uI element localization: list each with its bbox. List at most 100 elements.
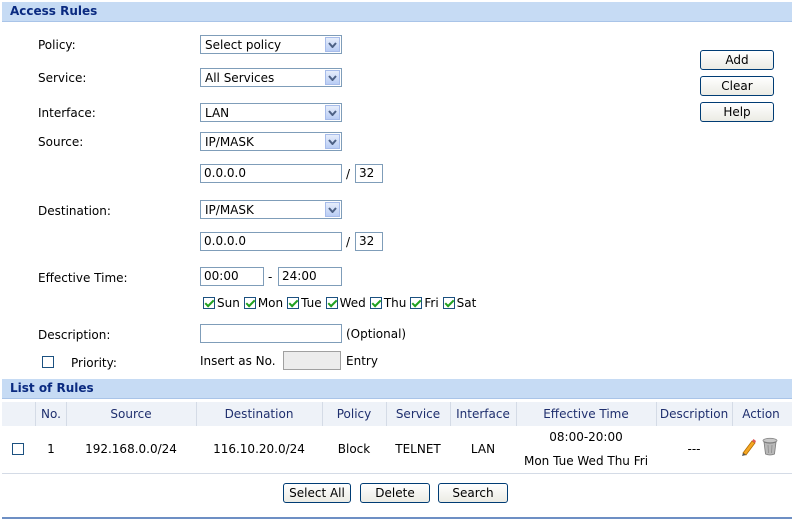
time-dash: - [268,270,273,284]
day-sat[interactable]: Sat [442,296,477,310]
checkbox[interactable] [410,297,423,309]
cell-no: 1 [47,442,55,456]
column-divider [450,402,451,426]
destination-mask-input[interactable]: 32 [355,232,383,251]
cell-source: 192.168.0.0/24 [85,442,177,456]
search-button[interactable]: Search [438,483,508,503]
policy-select-value: Select policy [205,38,282,52]
column-divider [322,402,323,426]
day-sun[interactable]: Sun [203,296,240,310]
day-label: Fri [424,296,439,310]
chevron-down-icon [325,202,340,217]
column-header-interface: Interface [456,407,510,421]
checkbox[interactable] [203,297,215,309]
entry-text: Entry [346,354,378,368]
checkbox[interactable] [287,297,300,309]
destination-label: Destination: [38,204,111,218]
source-type-value: IP/MASK [205,135,254,149]
day-label: Sun [217,296,240,310]
column-divider [196,402,197,426]
column-divider [35,402,36,426]
source-label: Source: [38,135,84,149]
delete-button[interactable]: Delete [360,483,430,503]
cell-interface: LAN [470,442,496,456]
time-start-input[interactable]: 00:00 [200,267,264,286]
destination-type-select[interactable]: IP/MASK [200,200,342,219]
section-header-list-of-rules: List of Rules [2,379,792,399]
help-button[interactable]: Help [700,102,774,122]
day-label: Sat [456,296,477,310]
day-label: Thu [383,296,407,310]
day-thu[interactable]: Thu [369,296,407,310]
day-label: Wed [339,296,366,310]
section-header-access-rules: Access Rules [2,2,792,22]
priority-checkbox[interactable] [42,356,54,368]
interface-label: Interface: [38,106,96,120]
chevron-down-icon [325,70,340,85]
checkbox[interactable] [442,297,455,309]
service-select-value: All Services [205,71,275,85]
clear-button[interactable]: Clear [700,76,774,96]
column-header-action: Action [742,407,780,421]
cell-description: --- [687,442,701,456]
checkbox[interactable] [369,297,382,309]
chevron-down-icon [325,37,340,52]
cell-time-range: 08:00-20:00 [549,430,623,444]
time-end-input[interactable]: 24:00 [278,267,342,286]
policy-select[interactable]: Select policy [200,35,342,54]
column-header-service: Service [395,407,441,421]
column-header-source: Source [110,407,152,421]
column-divider [386,402,387,426]
day-mon[interactable]: Mon [243,296,284,310]
day-label: Tue [301,296,322,310]
description-label: Description: [38,328,111,342]
cell-time-days: Mon Tue Wed Thu Fri [523,454,649,468]
column-header-policy: Policy [336,407,372,421]
column-divider [516,402,517,426]
destination-type-value: IP/MASK [205,203,254,217]
slash-separator: / [346,167,351,181]
policy-label: Policy: [38,38,76,52]
column-header-no: No. [41,407,61,421]
day-tue[interactable]: Tue [287,296,322,310]
chevron-down-icon [325,134,340,149]
priority-number-input[interactable] [283,351,341,370]
service-label: Service: [38,71,87,85]
day-wed[interactable]: Wed [325,296,366,310]
source-type-select[interactable]: IP/MASK [200,132,342,151]
column-divider [732,402,733,426]
section-title: List of Rules [10,381,94,395]
trash-icon[interactable] [762,437,778,459]
source-mask-input[interactable]: 32 [355,164,383,183]
checkbox[interactable] [325,297,338,309]
service-select[interactable]: All Services [200,68,342,87]
description-input[interactable] [200,324,342,343]
day-fri[interactable]: Fri [410,296,439,310]
column-header-effective-time: Effective Time [543,407,629,421]
slash-separator: / [346,235,351,249]
row-divider [2,473,792,474]
column-divider [66,402,67,426]
destination-ip-input[interactable]: 0.0.0.0 [200,232,342,251]
row-select-checkbox[interactable] [12,443,24,455]
column-header-description: Description [659,407,729,421]
select-all-button[interactable]: Select All [283,483,351,503]
column-header-destination: Destination [224,407,294,421]
day-label: Mon [257,296,284,310]
checkbox[interactable] [243,297,256,309]
cell-policy: Block [337,442,371,456]
interface-select-value: LAN [205,106,230,120]
interface-select[interactable]: LAN [200,103,342,122]
effective-time-label: Effective Time: [38,271,128,285]
weekday-checkboxes: Sun Mon Tue Wed Thu Fri Sat [203,296,480,310]
bottom-rule [2,517,792,519]
column-divider [656,402,657,426]
pencil-icon[interactable] [740,438,756,459]
insert-as-text: Insert as No. [200,354,276,368]
optional-hint: (Optional) [346,327,407,341]
section-title: Access Rules [10,4,98,18]
cell-destination: 116.10.20.0/24 [213,442,305,456]
source-ip-input[interactable]: 0.0.0.0 [200,164,342,183]
cell-service: TELNET [395,442,441,456]
add-button[interactable]: Add [700,50,774,70]
